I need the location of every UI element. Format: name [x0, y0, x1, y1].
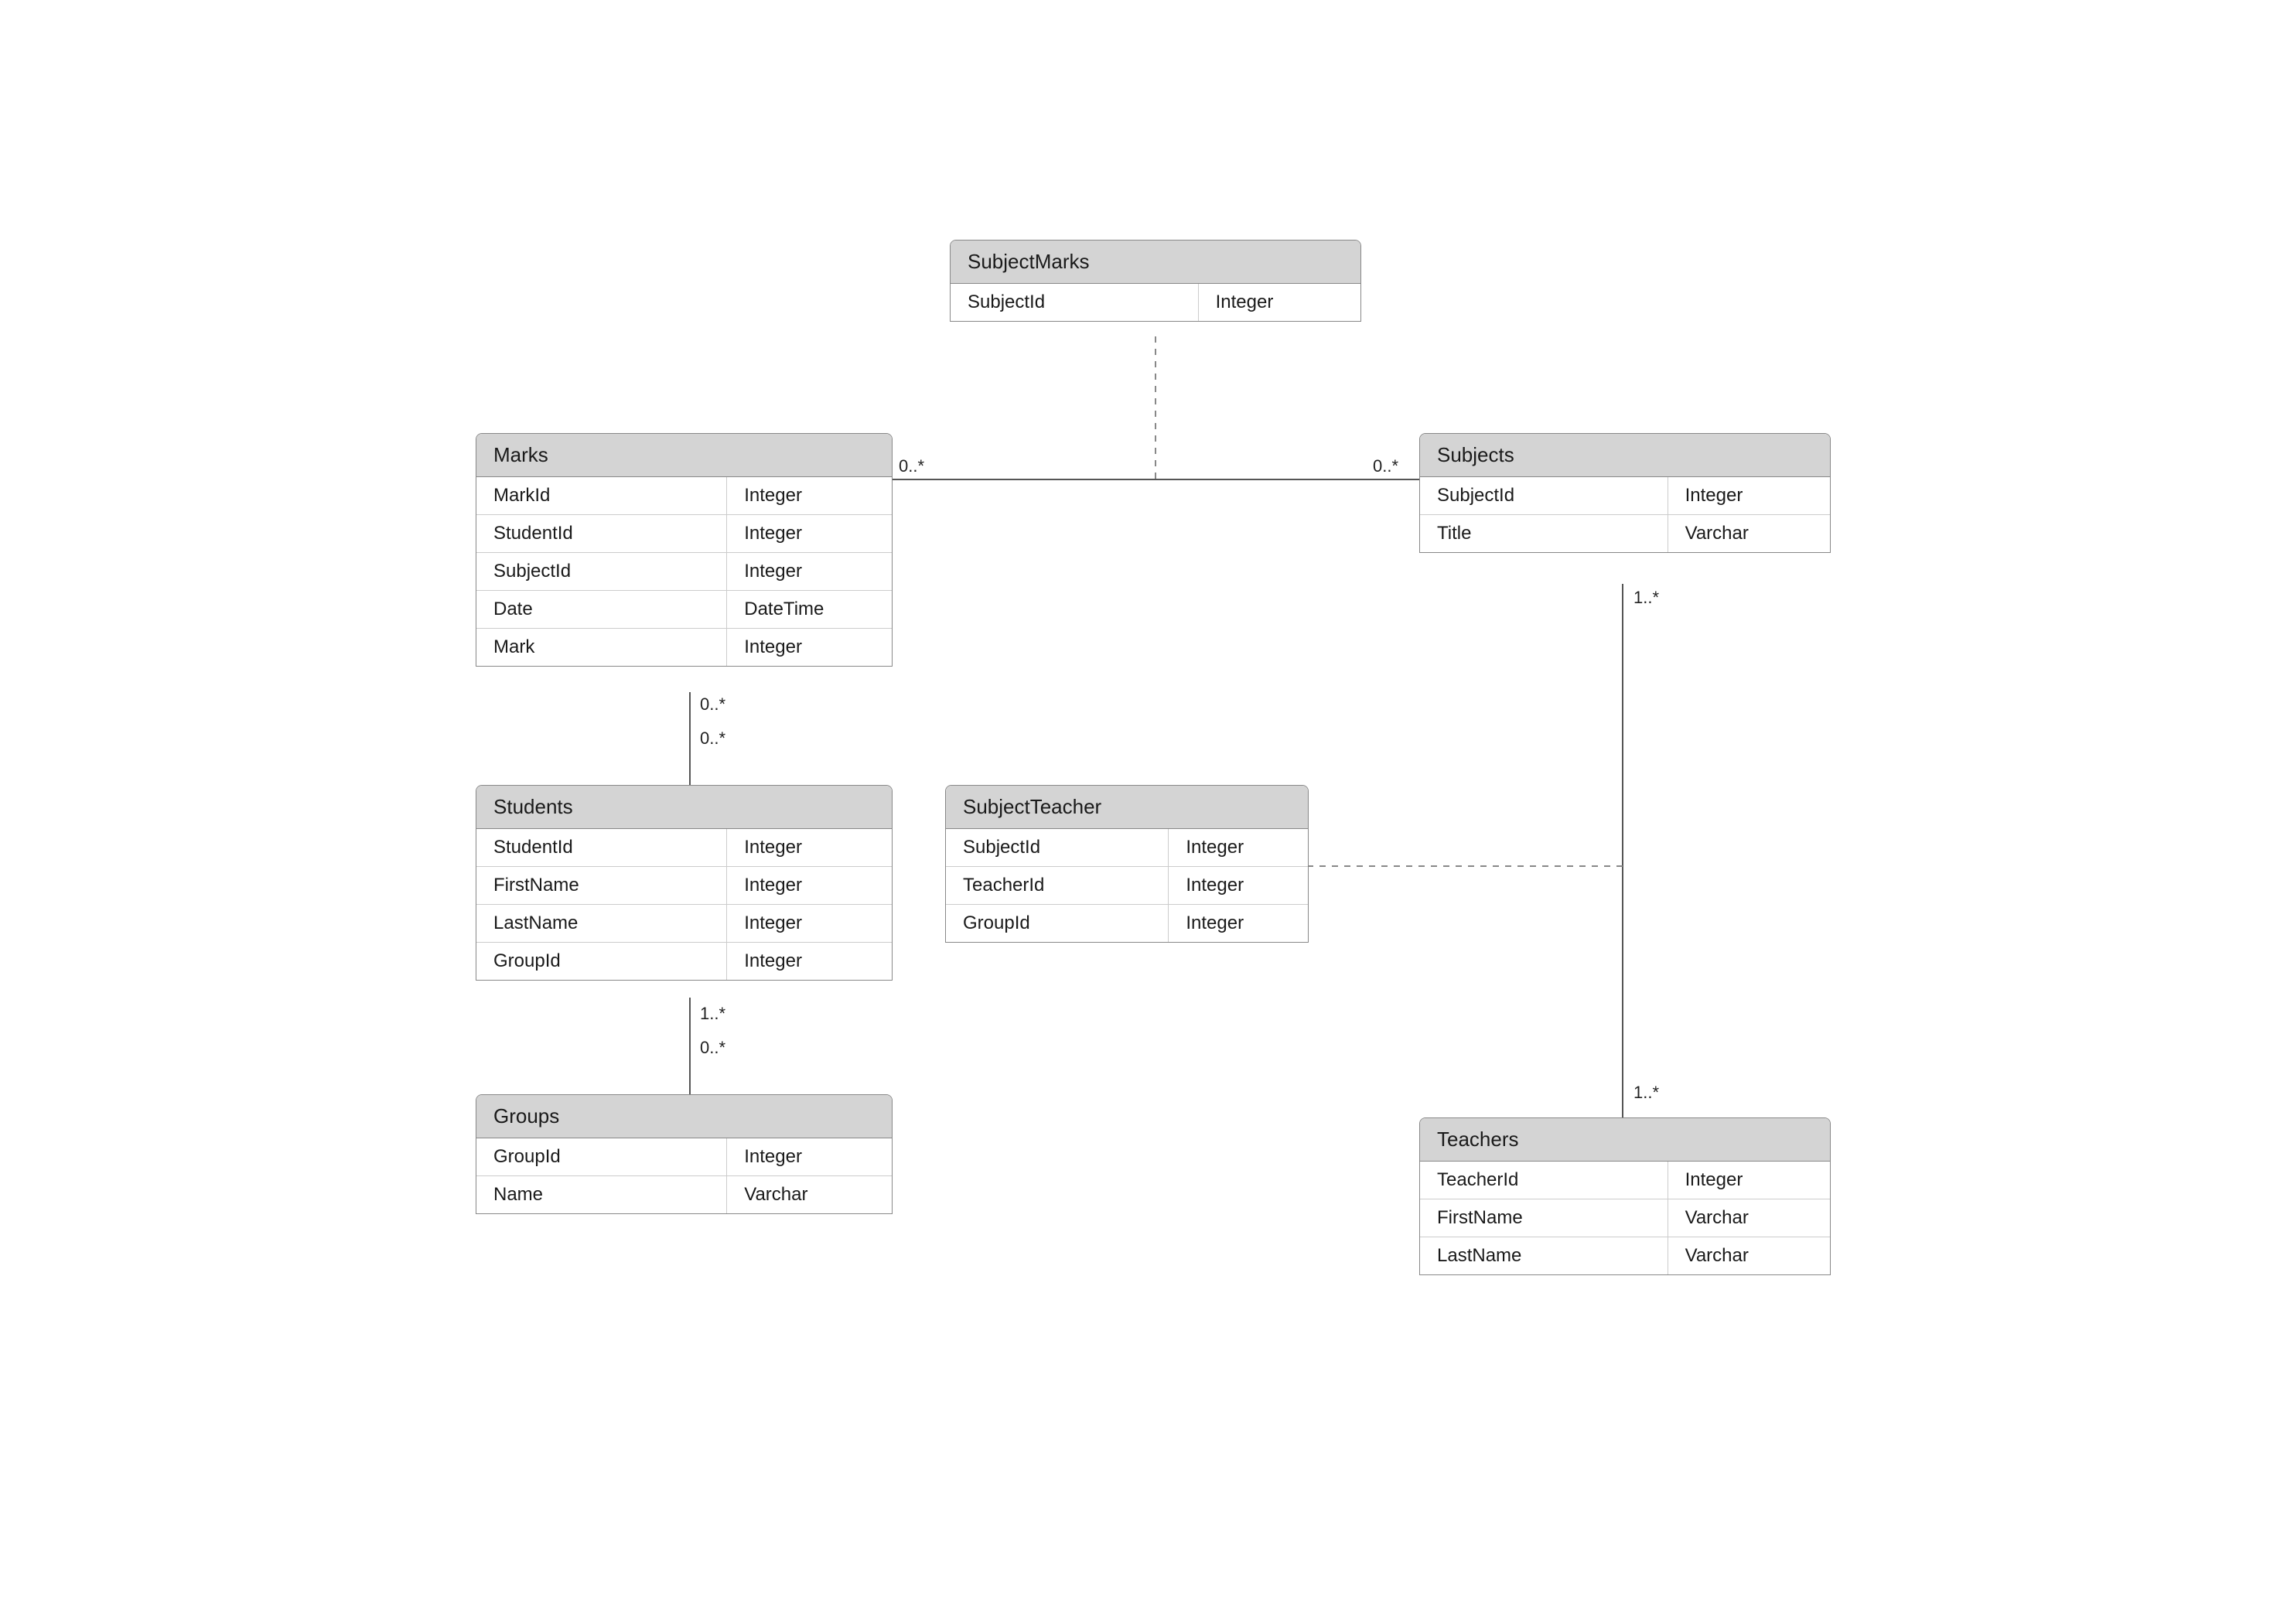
table-row: NameVarchar: [476, 1176, 892, 1213]
table-row: FirstNameInteger: [476, 867, 892, 905]
entity-title: Students: [476, 786, 892, 829]
entity-teachers[interactable]: Teachers TeacherIdInteger FirstNameVarch…: [1419, 1117, 1831, 1275]
table-row: TeacherIdInteger: [946, 867, 1308, 905]
col-name: SubjectId: [951, 284, 1199, 321]
entity-subjectmarks[interactable]: SubjectMarks SubjectId Integer: [950, 240, 1361, 322]
er-diagram-canvas: SubjectMarks SubjectId Integer Marks Mar…: [0, 0, 2294, 1624]
entity-title: Groups: [476, 1095, 892, 1138]
multiplicity-label: 1..*: [1633, 588, 1659, 608]
table-row: StudentIdInteger: [476, 515, 892, 553]
entity-subjects[interactable]: Subjects SubjectIdInteger TitleVarchar: [1419, 433, 1831, 553]
col-type: Integer: [1199, 284, 1360, 321]
entity-title: Marks: [476, 434, 892, 477]
entity-title: Teachers: [1420, 1118, 1830, 1162]
table-row: SubjectIdInteger: [476, 553, 892, 591]
table-row: SubjectIdInteger: [946, 829, 1308, 867]
entity-title: Subjects: [1420, 434, 1830, 477]
multiplicity-label: 0..*: [700, 1038, 725, 1058]
table-row: LastNameVarchar: [1420, 1237, 1830, 1274]
entity-subjectteacher[interactable]: SubjectTeacher SubjectIdInteger TeacherI…: [945, 785, 1309, 943]
multiplicity-label: 0..*: [1373, 456, 1398, 476]
entity-title: SubjectMarks: [951, 241, 1360, 284]
table-row: DateDateTime: [476, 591, 892, 629]
table-row: GroupIdInteger: [476, 943, 892, 980]
entity-students[interactable]: Students StudentIdInteger FirstNameInteg…: [476, 785, 893, 981]
entity-groups[interactable]: Groups GroupIdInteger NameVarchar: [476, 1094, 893, 1214]
entity-marks[interactable]: Marks MarkIdInteger StudentIdInteger Sub…: [476, 433, 893, 667]
multiplicity-label: 0..*: [700, 728, 725, 749]
table-row: SubjectId Integer: [951, 284, 1360, 321]
entity-title: SubjectTeacher: [946, 786, 1308, 829]
table-row: GroupIdInteger: [476, 1138, 892, 1176]
table-row: LastNameInteger: [476, 905, 892, 943]
multiplicity-label: 1..*: [700, 1004, 725, 1024]
table-row: MarkInteger: [476, 629, 892, 666]
table-row: TitleVarchar: [1420, 515, 1830, 552]
table-row: SubjectIdInteger: [1420, 477, 1830, 515]
table-row: FirstNameVarchar: [1420, 1199, 1830, 1237]
table-row: TeacherIdInteger: [1420, 1162, 1830, 1199]
table-row: MarkIdInteger: [476, 477, 892, 515]
multiplicity-label: 1..*: [1633, 1083, 1659, 1103]
multiplicity-label: 0..*: [899, 456, 924, 476]
table-row: StudentIdInteger: [476, 829, 892, 867]
multiplicity-label: 0..*: [700, 694, 725, 715]
table-row: GroupIdInteger: [946, 905, 1308, 942]
